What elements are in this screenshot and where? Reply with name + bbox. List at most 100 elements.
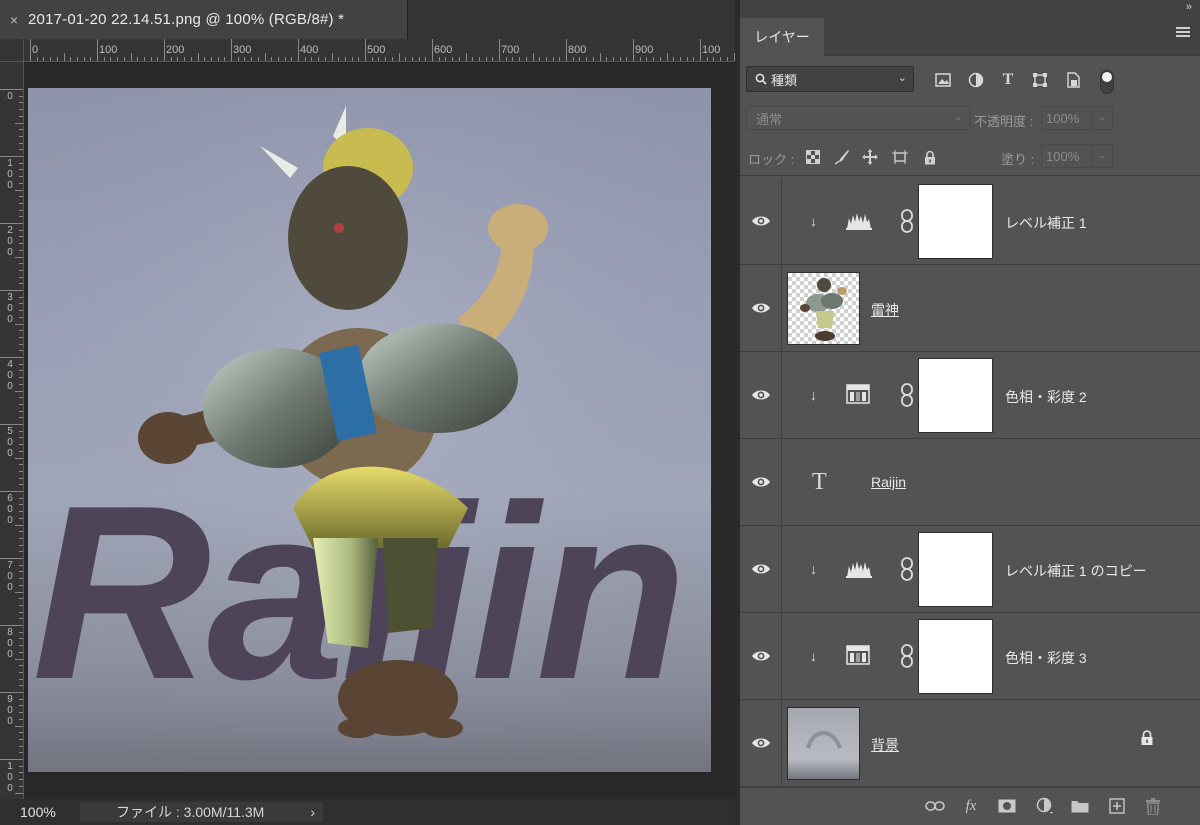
layer-name[interactable]: レベル補正 1	[1005, 213, 1087, 233]
lock-icon[interactable]	[1140, 730, 1154, 746]
ruler-tick	[0, 357, 23, 358]
ruler-tick	[19, 517, 23, 519]
lock-position-icon[interactable]	[861, 148, 879, 166]
layer-row[interactable]: ↓ レベル補正 1	[740, 178, 1200, 265]
ruler-tick	[231, 39, 232, 61]
ruler-tick	[19, 745, 23, 747]
adjustment-icon[interactable]	[1034, 796, 1056, 816]
layer-mask-thumbnail[interactable]	[918, 358, 993, 433]
ruler-origin[interactable]	[0, 39, 24, 62]
close-tab-button[interactable]: ×	[0, 12, 28, 28]
image-canvas[interactable]: Raijin	[28, 88, 711, 772]
layer-row[interactable]: 背景	[740, 700, 1200, 787]
visibility-toggle[interactable]	[740, 526, 782, 612]
zoom-level[interactable]: 100%	[0, 804, 80, 820]
folder-icon[interactable]	[1069, 796, 1091, 816]
chevron-down-icon[interactable]: ⌄	[1092, 145, 1112, 167]
eye-icon[interactable]	[751, 388, 771, 402]
fx-icon[interactable]: fx	[960, 796, 982, 816]
eye-icon[interactable]	[751, 562, 771, 576]
collapse-panels-icon[interactable]: »	[1186, 1, 1192, 13]
mask-link-icon[interactable]	[900, 209, 914, 233]
ruler-tick	[398, 53, 400, 61]
tab-layers[interactable]: レイヤー	[740, 18, 824, 56]
eye-icon[interactable]	[751, 649, 771, 663]
file-info[interactable]: ファイル : 3.00M/11.3M ›	[80, 802, 323, 822]
ruler-tick	[19, 484, 23, 486]
visibility-toggle[interactable]	[740, 439, 782, 525]
layer-thumbnail[interactable]	[787, 272, 860, 345]
layer-row[interactable]: ↓ レベル補正 1 のコピー	[740, 526, 1200, 613]
layer-mask-thumbnail[interactable]	[918, 619, 993, 694]
ruler-tick	[19, 330, 23, 332]
new-layer-icon[interactable]	[1106, 796, 1128, 816]
ruler-tick	[0, 156, 23, 157]
ruler-tick	[19, 162, 23, 164]
visibility-toggle[interactable]	[740, 265, 782, 351]
layer-name[interactable]: 色相・彩度 2	[1005, 387, 1087, 407]
mask-link-icon[interactable]	[900, 644, 914, 668]
fill-field[interactable]: 100% ⌄	[1041, 144, 1113, 168]
opacity-field[interactable]: 100% ⌄	[1041, 106, 1113, 130]
panel-tabs: レイヤー	[740, 18, 1200, 56]
visibility-toggle[interactable]	[740, 700, 782, 786]
levels-adjustment-icon[interactable]	[846, 210, 872, 232]
link-icon[interactable]	[924, 796, 946, 816]
eye-icon[interactable]	[751, 214, 771, 228]
document-window: × 2017-01-20 22.14.51.png @ 100% (RGB/8#…	[0, 0, 735, 825]
filter-pixel-icon[interactable]	[933, 70, 953, 90]
levels-adjustment-icon[interactable]	[846, 558, 872, 580]
layer-name[interactable]: 色相・彩度 3	[1005, 648, 1087, 668]
filter-type-icon[interactable]: T	[998, 70, 1018, 90]
layer-row[interactable]: T Raijin	[740, 439, 1200, 526]
panel-menu-icon[interactable]	[1176, 27, 1190, 39]
vertical-ruler[interactable]: 0 1 0 0 2 0 0 3 0 0 4 0 0 5 0 0 6 0 0 7 0 0 8 0 …	[0, 62, 24, 799]
eye-icon[interactable]	[751, 475, 771, 489]
layer-thumbnail[interactable]	[787, 707, 860, 780]
ruler-tick	[19, 196, 23, 198]
file-info-arrow-icon[interactable]: ›	[310, 804, 315, 820]
visibility-toggle[interactable]	[740, 613, 782, 699]
lock-artboard-icon[interactable]	[891, 148, 909, 166]
ruler-tick	[15, 189, 23, 191]
layer-mask-thumbnail[interactable]	[918, 532, 993, 607]
layer-mask-thumbnail[interactable]	[918, 184, 993, 259]
ruler-tick	[19, 551, 23, 553]
filter-adjustment-icon[interactable]	[966, 70, 986, 90]
visibility-toggle[interactable]	[740, 352, 782, 438]
blend-mode-select[interactable]: 通常 ⌄	[746, 106, 970, 130]
layer-row[interactable]: ↓ 色相・彩度 3	[740, 613, 1200, 700]
ruler-tick	[15, 658, 23, 660]
horizontal-ruler[interactable]: 0 100 200 300 400 500 600 700 800 900 100	[24, 39, 735, 62]
layer-row[interactable]: 雷神	[740, 265, 1200, 352]
lock-image-pixels-icon[interactable]	[833, 148, 851, 166]
chevron-down-icon: ⌄	[897, 72, 907, 84]
filter-shape-icon[interactable]	[1030, 70, 1050, 90]
layer-name[interactable]: レベル補正 1 のコピー	[1005, 561, 1147, 581]
hue-saturation-icon[interactable]	[846, 384, 872, 406]
ruler-tick	[686, 57, 688, 61]
lock-all-icon[interactable]	[921, 148, 939, 166]
layer-name[interactable]: 背景	[871, 735, 899, 755]
layer-row[interactable]: ↓ 色相・彩度 2	[740, 352, 1200, 439]
ruler-tick	[264, 53, 266, 61]
filter-smart-object-icon[interactable]	[1063, 70, 1083, 90]
ruler-tick	[19, 718, 23, 720]
trash-icon[interactable]	[1142, 796, 1164, 816]
ruler-tick	[36, 57, 38, 61]
mask-icon[interactable]	[996, 796, 1018, 816]
lock-transparent-pixels-icon[interactable]	[804, 148, 822, 166]
eye-icon[interactable]	[751, 736, 771, 750]
mask-link-icon[interactable]	[900, 557, 914, 581]
filter-kind-select[interactable]: 種類 ⌄	[746, 66, 914, 92]
layer-name[interactable]: Raijin	[871, 474, 906, 490]
filter-toggle-switch[interactable]	[1100, 70, 1114, 94]
text-layer-icon[interactable]: T	[812, 469, 827, 496]
mask-link-icon[interactable]	[900, 383, 914, 407]
chevron-down-icon[interactable]: ⌄	[1092, 107, 1112, 129]
visibility-toggle[interactable]	[740, 178, 782, 264]
hue-saturation-icon[interactable]	[846, 645, 872, 667]
layer-name[interactable]: 雷神	[871, 300, 899, 320]
document-tab[interactable]: × 2017-01-20 22.14.51.png @ 100% (RGB/8#…	[0, 0, 408, 39]
eye-icon[interactable]	[751, 301, 771, 315]
